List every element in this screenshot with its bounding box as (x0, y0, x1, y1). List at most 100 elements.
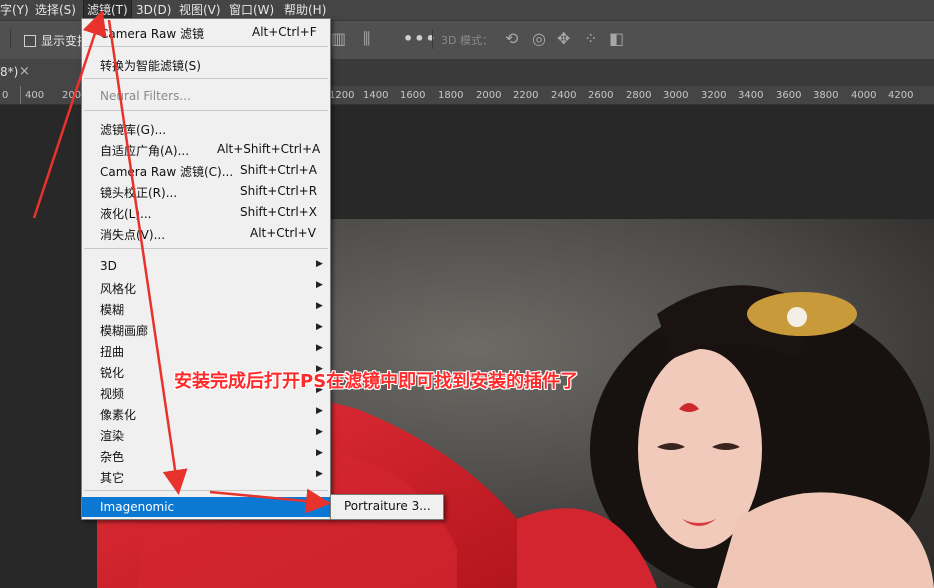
menu-separator (84, 110, 328, 111)
menu-item-label: 像素化 (100, 408, 137, 422)
submenu-arrow-icon: ▶ (316, 259, 323, 269)
ruler-label: 1600 (400, 90, 426, 101)
menu-item-liquify[interactable]: 液化(L)... Shift+Ctrl+X (82, 202, 330, 222)
menu-font[interactable]: 字(Y) (0, 0, 29, 20)
menu-item-label: 模糊 (100, 303, 125, 317)
ruler-label: 3600 (776, 90, 802, 101)
menu-help[interactable]: 帮助(H) (284, 0, 326, 20)
menu-item-label: 液化(L)... (100, 207, 152, 221)
ruler-label: 1800 (438, 90, 464, 101)
ruler-label: 400 (25, 90, 45, 101)
menu-3d[interactable]: 3D(D) (136, 0, 171, 20)
menu-item-label: 转换为智能滤镜(S) (100, 59, 201, 73)
ruler-label: 2200 (513, 90, 539, 101)
filter-menu: Camera Raw 滤镜 Alt+Ctrl+F 转换为智能滤镜(S) Neur… (81, 18, 331, 520)
orbit-3d-icon[interactable]: ⟲ (505, 29, 518, 48)
menu-item-convert-smart-filter[interactable]: 转换为智能滤镜(S) (82, 54, 330, 74)
menu-separator (84, 78, 328, 79)
ruler-label: 3400 (738, 90, 764, 101)
menu-item-other[interactable]: 其它 ▶ (82, 466, 330, 486)
submenu-arrow-icon: ▶ (316, 427, 323, 437)
menu-item-neural-filters: Neural Filters... (82, 86, 330, 106)
pan-3d-icon[interactable]: ✥ (557, 29, 570, 48)
ruler-label: 2600 (588, 90, 614, 101)
menu-item-label: 视频 (100, 387, 125, 401)
menu-item-camera-raw-filter[interactable]: Camera Raw 滤镜 Alt+Ctrl+F (82, 22, 330, 42)
menu-item-imagenomic[interactable]: Imagenomic ▶ (82, 497, 330, 517)
ruler-label: 200 (62, 90, 82, 101)
menu-item-adaptive-wide-angle[interactable]: 自适应广角(A)... Alt+Shift+Ctrl+A (82, 139, 330, 159)
ruler-label: 4200 (888, 90, 914, 101)
menu-select[interactable]: 选择(S) (35, 0, 76, 20)
close-tab-icon[interactable]: × (19, 64, 30, 79)
menu-item-label: 杂色 (100, 450, 125, 464)
menu-item-label: 3D (100, 259, 117, 273)
menu-item-camera-raw-filter-c[interactable]: Camera Raw 滤镜(C)... Shift+Ctrl+A (82, 160, 330, 180)
menu-item-shortcut: Shift+Ctrl+R (240, 184, 318, 198)
menu-bar: 字(Y) 选择(S) 滤镜(T) 3D(D) 视图(V) 窗口(W) 帮助(H) (0, 0, 934, 21)
menu-item-distort[interactable]: 扭曲 ▶ (82, 340, 330, 360)
menu-window[interactable]: 窗口(W) (229, 0, 274, 20)
slide-3d-icon[interactable]: ⁘ (584, 29, 597, 48)
menu-item-label: 消失点(V)... (100, 228, 166, 242)
options-divider (10, 29, 11, 49)
align-icon[interactable]: ⫼ (363, 29, 370, 49)
submenu-arrow-icon: ▶ (316, 343, 323, 353)
ruler-label: 3000 (663, 90, 689, 101)
menu-item-label: Camera Raw 滤镜 (100, 27, 204, 41)
annotation-text: 安装完成后打开PS在滤镜中即可找到安装的插件了 (174, 371, 579, 392)
menu-item-filter-gallery[interactable]: 滤镜库(G)... (82, 118, 330, 138)
menu-item-shortcut: Alt+Ctrl+V (250, 226, 316, 240)
options-divider-2 (432, 29, 433, 49)
ruler-label: 2800 (626, 90, 652, 101)
show-transform-checkbox[interactable] (24, 35, 36, 47)
ruler-label: 2000 (476, 90, 502, 101)
submenu-arrow-icon: ▶ (316, 469, 323, 479)
submenu-arrow-icon: ▶ (316, 301, 323, 311)
ruler-label: 3800 (813, 90, 839, 101)
ruler-tick (20, 86, 21, 104)
menu-item-label: Imagenomic (100, 500, 175, 514)
menu-view[interactable]: 视图(V) (179, 0, 221, 20)
ruler-label: 4000 (851, 90, 877, 101)
menu-item-pixelate[interactable]: 像素化 ▶ (82, 403, 330, 423)
menu-separator (84, 248, 328, 249)
distribute-icon[interactable]: ▥ (331, 29, 346, 48)
scale-3d-icon[interactable]: ◧ (609, 29, 624, 48)
menu-separator (84, 46, 328, 47)
menu-item-label: 扭曲 (100, 345, 125, 359)
submenu-item-portraiture[interactable]: Portraiture 3... (344, 499, 431, 513)
ruler-label: 2400 (551, 90, 577, 101)
menu-item-shortcut: Shift+Ctrl+A (240, 163, 317, 177)
menu-filter[interactable]: 滤镜(T) (83, 0, 132, 21)
menu-item-lens-correction[interactable]: 镜头校正(R)... Shift+Ctrl+R (82, 181, 330, 201)
menu-item-blur-gallery[interactable]: 模糊画廊 ▶ (82, 319, 330, 339)
menu-item-shortcut: Alt+Shift+Ctrl+A (217, 142, 321, 156)
menu-item-blur[interactable]: 模糊 ▶ (82, 298, 330, 318)
ruler-label: 1200 (329, 90, 355, 101)
menu-item-label: 镜头校正(R)... (100, 186, 178, 200)
3d-mode-label: 3D 模式： (441, 34, 493, 47)
document-tab[interactable]: 8*) × (0, 59, 82, 86)
submenu-arrow-icon: ▶ (316, 500, 323, 510)
menu-item-shortcut: Shift+Ctrl+X (240, 205, 317, 219)
submenu-arrow-icon: ▶ (316, 322, 323, 332)
menu-item-label: 其它 (100, 471, 125, 485)
ruler-label: 1400 (363, 90, 389, 101)
menu-item-label: Camera Raw 滤镜(C)... (100, 165, 234, 179)
menu-item-label: 锐化 (100, 366, 125, 380)
submenu-arrow-icon: ▶ (316, 406, 323, 416)
menu-item-render[interactable]: 渲染 ▶ (82, 424, 330, 444)
ruler-label: 0 (2, 90, 9, 101)
menu-item-vanishing-point[interactable]: 消失点(V)... Alt+Ctrl+V (82, 223, 330, 243)
menu-item-stylize[interactable]: 风格化 ▶ (82, 277, 330, 297)
menu-item-label: 自适应广角(A)... (100, 144, 190, 158)
menu-item-3d[interactable]: 3D ▶ (82, 256, 330, 276)
menu-item-noise[interactable]: 杂色 ▶ (82, 445, 330, 465)
menu-item-label: 滤镜库(G)... (100, 123, 167, 137)
imagenomic-submenu: Portraiture 3... (330, 494, 444, 520)
roll-3d-icon[interactable]: ◎ (532, 29, 546, 48)
menu-item-label: 渲染 (100, 429, 125, 443)
submenu-arrow-icon: ▶ (316, 280, 323, 290)
menu-item-label: 模糊画廊 (100, 324, 149, 338)
